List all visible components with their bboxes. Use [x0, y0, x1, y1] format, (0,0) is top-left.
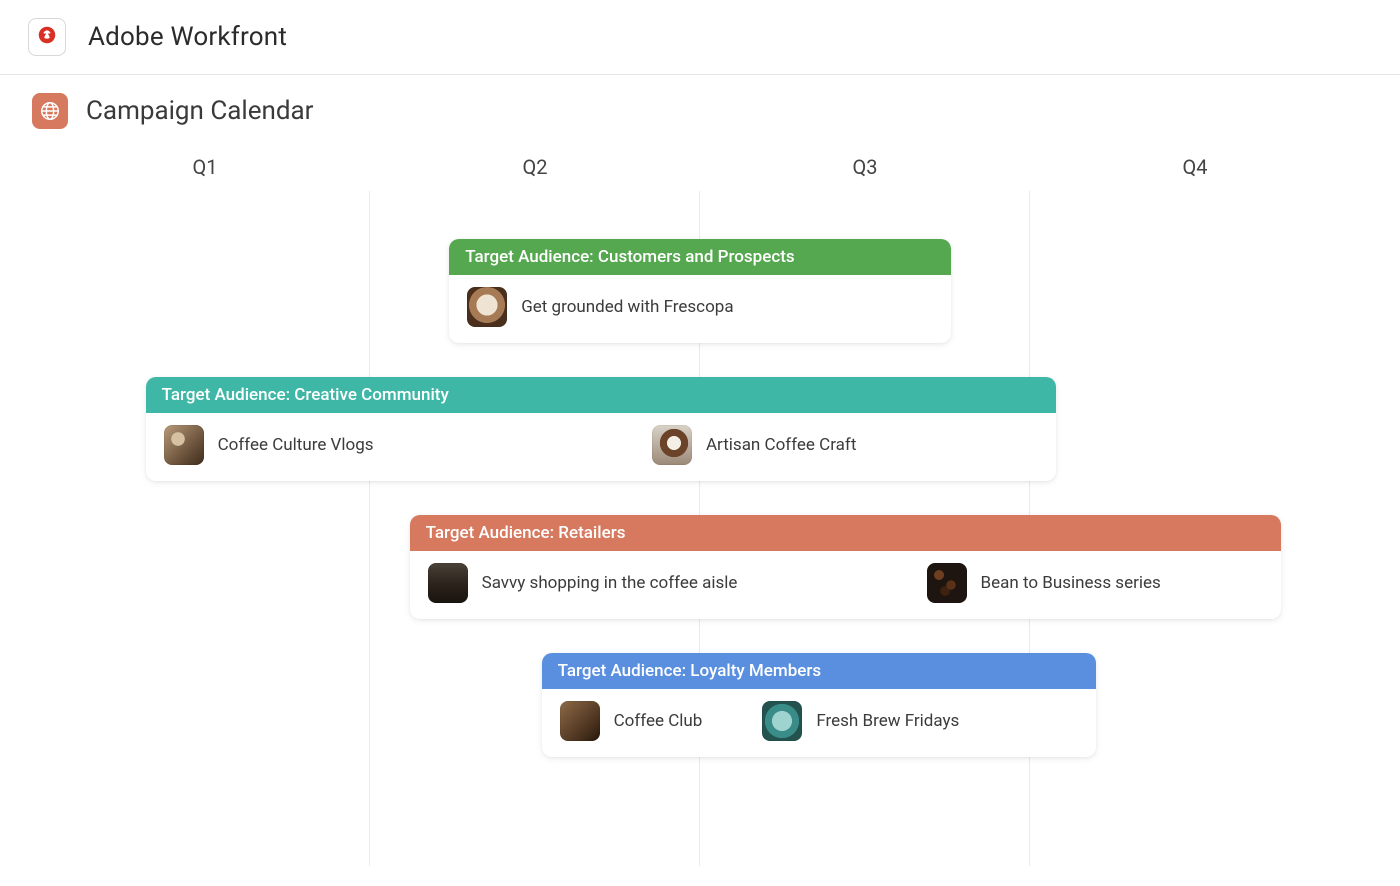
- calendar-lane: Target Audience: Retailers Savvy shoppin…: [40, 515, 1360, 625]
- campaign-item[interactable]: Fresh Brew Fridays: [762, 701, 959, 741]
- lion-icon: [36, 24, 58, 50]
- quarter-header-q3: Q3: [700, 149, 1030, 189]
- campaign-item-label: Get grounded with Frescopa: [521, 297, 733, 317]
- audience-card-header: Target Audience: Retailers: [410, 515, 1281, 551]
- audience-card-header: Target Audience: Customers and Prospects: [449, 239, 951, 275]
- calendar-rows: Target Audience: Customers and Prospects…: [40, 239, 1360, 763]
- quarter-header-q2: Q2: [370, 149, 700, 189]
- campaign-thumb-icon: [467, 287, 507, 327]
- quarter-header-q4: Q4: [1030, 149, 1360, 189]
- campaign-item-label: Fresh Brew Fridays: [816, 711, 959, 731]
- campaign-item-label: Bean to Business series: [981, 573, 1161, 593]
- audience-card-customers-prospects[interactable]: Target Audience: Customers and Prospects…: [449, 239, 951, 343]
- app-title: Adobe Workfront: [88, 22, 287, 52]
- audience-card-retailers[interactable]: Target Audience: Retailers Savvy shoppin…: [410, 515, 1281, 619]
- campaign-thumb-icon: [652, 425, 692, 465]
- campaign-thumb-icon: [560, 701, 600, 741]
- campaign-thumb-icon: [428, 563, 468, 603]
- quarter-header-q1: Q1: [40, 149, 370, 189]
- calendar-lane: Target Audience: Loyalty Members Coffee …: [40, 653, 1360, 763]
- campaign-item[interactable]: Bean to Business series: [927, 563, 1161, 603]
- globe-icon: [32, 93, 68, 129]
- campaign-item-label: Artisan Coffee Craft: [706, 435, 856, 455]
- campaign-item[interactable]: Coffee Culture Vlogs: [164, 425, 374, 465]
- calendar-lane: Target Audience: Customers and Prospects…: [40, 239, 1360, 349]
- audience-card-body: Get grounded with Frescopa: [449, 275, 951, 343]
- campaign-thumb-icon: [927, 563, 967, 603]
- calendar-lane: Target Audience: Creative Community Coff…: [40, 377, 1360, 487]
- app-root: Adobe Workfront Campaign Calendar Q1 Q2 …: [0, 0, 1400, 886]
- campaign-item-label: Coffee Culture Vlogs: [218, 435, 374, 455]
- audience-card-header: Target Audience: Creative Community: [146, 377, 1057, 413]
- campaign-item[interactable]: Coffee Club: [560, 701, 703, 741]
- campaign-item-label: Savvy shopping in the coffee aisle: [482, 573, 738, 593]
- campaign-item[interactable]: Artisan Coffee Craft: [652, 425, 856, 465]
- page-header: Campaign Calendar: [0, 75, 1400, 139]
- campaign-item[interactable]: Get grounded with Frescopa: [467, 287, 733, 327]
- campaign-item[interactable]: Savvy shopping in the coffee aisle: [428, 563, 738, 603]
- campaign-thumb-icon: [164, 425, 204, 465]
- calendar-column-headers: Q1 Q2 Q3 Q4: [40, 149, 1360, 189]
- audience-card-body: Coffee Culture Vlogs Artisan Coffee Craf…: [146, 413, 1057, 481]
- audience-card-body: Coffee Club Fresh Brew Fridays: [542, 689, 1096, 757]
- audience-card-loyalty-members[interactable]: Target Audience: Loyalty Members Coffee …: [542, 653, 1096, 757]
- app-header: Adobe Workfront: [0, 0, 1400, 75]
- calendar: Q1 Q2 Q3 Q4 Target Audience: Customers a…: [0, 139, 1400, 886]
- campaign-item-label: Coffee Club: [614, 711, 703, 731]
- audience-card-header: Target Audience: Loyalty Members: [542, 653, 1096, 689]
- audience-card-body: Savvy shopping in the coffee aisle Bean …: [410, 551, 1281, 619]
- app-logo[interactable]: [28, 18, 66, 56]
- audience-card-creative-community[interactable]: Target Audience: Creative Community Coff…: [146, 377, 1057, 481]
- page-title: Campaign Calendar: [86, 96, 314, 126]
- campaign-thumb-icon: [762, 701, 802, 741]
